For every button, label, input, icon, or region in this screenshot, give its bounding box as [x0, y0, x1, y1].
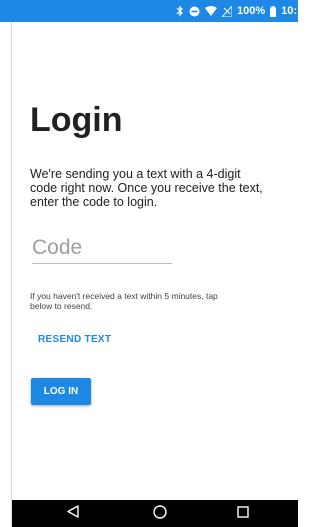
back-button[interactable]	[64, 505, 82, 523]
resend-hint-text: If you haven't received a text within 5 …	[30, 291, 218, 311]
page-title: Login	[30, 101, 123, 139]
login-screen: 100% 10:1 Login We're sending you a text…	[0, 0, 298, 527]
resend-text-button[interactable]: RESEND TEXT	[38, 334, 111, 345]
recents-icon	[237, 505, 249, 523]
status-bar: 100% 10:1	[0, 0, 298, 22]
bluetooth-icon	[176, 5, 184, 17]
code-input[interactable]	[32, 233, 172, 264]
recents-button[interactable]	[234, 505, 252, 523]
signal-icon	[222, 5, 232, 17]
home-icon	[153, 504, 167, 524]
navigation-bar	[12, 500, 298, 527]
wifi-icon	[205, 6, 217, 16]
battery-percentage: 100%	[237, 5, 266, 17]
status-time: 10:1	[281, 5, 298, 17]
battery-icon	[270, 5, 277, 17]
instructions-text: We're sending you a text with a 4-digit …	[30, 167, 263, 209]
login-button[interactable]: LOG IN	[31, 378, 91, 405]
do-not-disturb-icon	[189, 6, 200, 17]
edge-divider	[11, 0, 12, 527]
status-icons: 100% 10:1	[176, 3, 298, 19]
back-icon	[67, 505, 79, 523]
home-button[interactable]	[151, 504, 169, 524]
